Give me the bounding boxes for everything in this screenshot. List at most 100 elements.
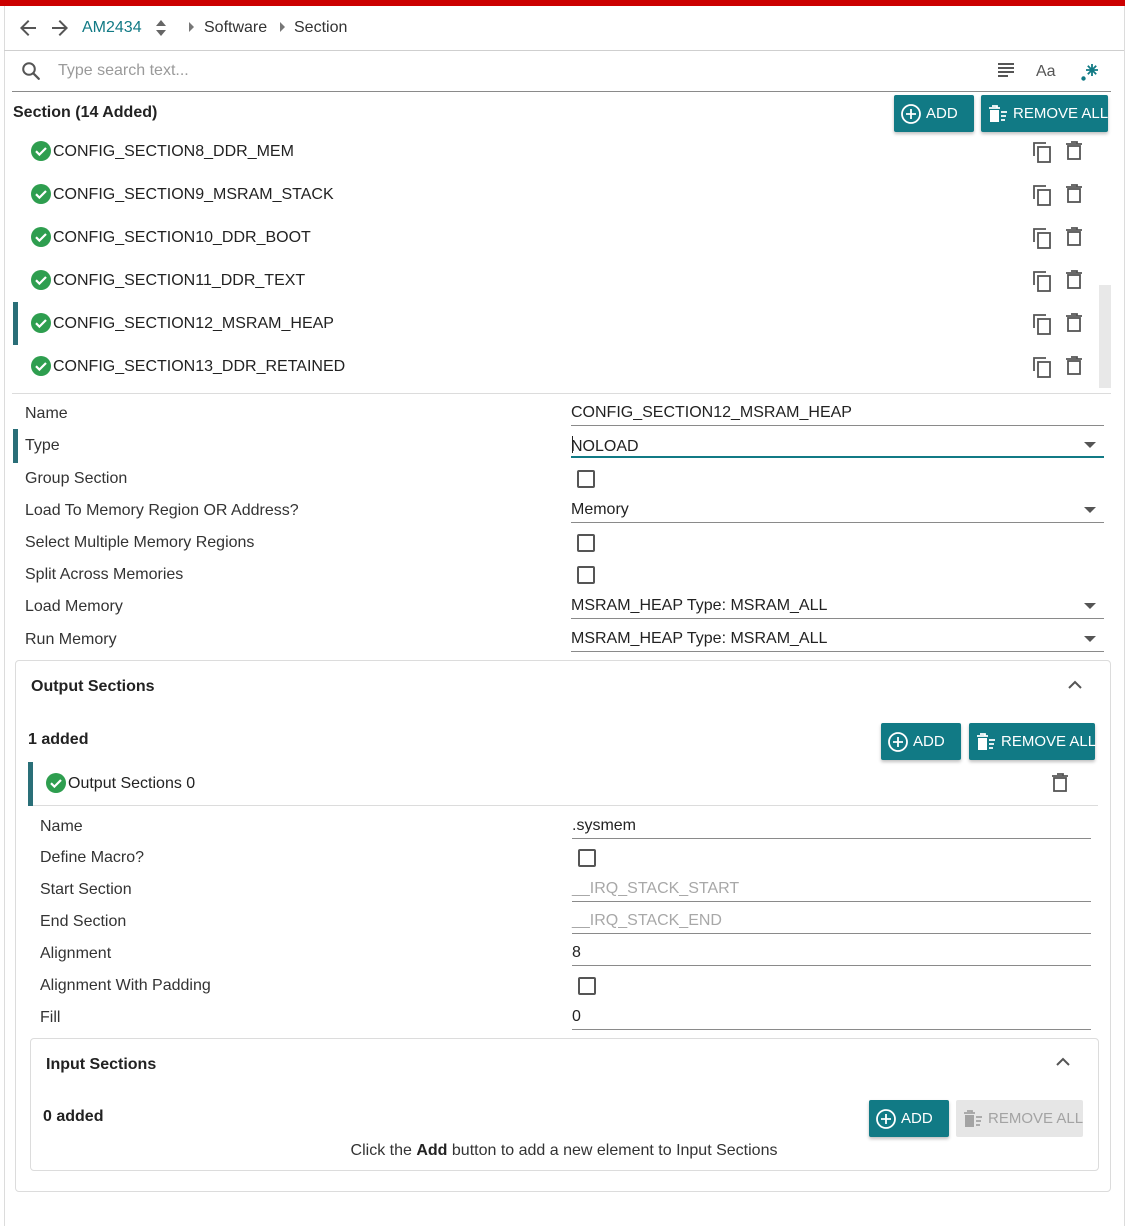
section-list-item[interactable]: CONFIG_SECTION9_MSRAM_STACK [13, 173, 1098, 216]
section-list-item[interactable]: CONFIG_SECTION10_DDR_BOOT [13, 216, 1098, 259]
remove-all-icon [964, 1109, 982, 1127]
alignment-value: 8 [572, 944, 581, 961]
remove-all-icon [989, 104, 1007, 122]
add-circle-icon [876, 1108, 896, 1129]
fill-value: 0 [572, 1008, 581, 1025]
section-item-label: CONFIG_SECTION8_DDR_MEM [53, 143, 294, 160]
arrow-left-icon[interactable] [16, 16, 40, 40]
list-scrollbar[interactable] [1099, 285, 1111, 388]
split-checkbox[interactable] [577, 566, 595, 584]
hint-pre: Click the [350, 1142, 412, 1159]
add-section-button[interactable]: ADD [894, 95, 974, 132]
run-memory-select[interactable]: MSRAM_HEAP Type: MSRAM_ALL [571, 628, 1104, 652]
copy-icon[interactable] [1031, 355, 1053, 384]
breadcrumb-software[interactable]: Software [204, 19, 267, 37]
copy-icon[interactable] [1031, 226, 1053, 255]
section-list-item[interactable]: CONFIG_SECTION11_DDR_TEXT [13, 259, 1098, 302]
delete-icon[interactable] [1064, 312, 1084, 339]
breadcrumb-section[interactable]: Section [294, 19, 347, 37]
section-list-item[interactable]: CONFIG_SECTION12_MSRAM_HEAP [13, 302, 1098, 345]
alignment-padding-label: Alignment With Padding [40, 977, 211, 994]
remove-all-input-sections-label: REMOVE ALL [988, 1110, 1084, 1127]
copy-icon[interactable] [1031, 183, 1053, 212]
delete-icon[interactable] [1064, 140, 1084, 167]
alignment-field[interactable]: 8 [572, 942, 1091, 966]
output-section-label: Output Sections 0 [68, 775, 196, 792]
copy-icon[interactable] [1031, 312, 1053, 341]
load-to-value: Memory [571, 501, 629, 518]
chevron-up-icon[interactable] [1066, 678, 1084, 697]
multi-region-checkbox[interactable] [577, 534, 595, 552]
add-input-section-button[interactable]: ADD [869, 1100, 949, 1137]
section-item-label: CONFIG_SECTION11_DDR_TEXT [53, 272, 306, 289]
add-input-section-label: ADD [901, 1110, 933, 1127]
name-label: Name [25, 405, 68, 422]
chevron-down-icon [1084, 636, 1096, 642]
unfold-icon[interactable] [154, 18, 168, 43]
section-item-label: CONFIG_SECTION10_DDR_BOOT [53, 229, 311, 246]
input-sections-hint: Click the Add button to add a new elemen… [31, 1142, 1097, 1160]
section-item-label: CONFIG_SECTION12_MSRAM_HEAP [53, 315, 334, 332]
type-selection-marker [13, 429, 18, 463]
end-section-value: __IRQ_STACK_END [572, 912, 722, 929]
check-circle-icon [31, 270, 51, 295]
list-view-icon[interactable] [997, 61, 1015, 84]
remove-all-icon [977, 732, 995, 750]
fill-label: Fill [40, 1009, 61, 1026]
output-sections-title: Output Sections [31, 678, 155, 695]
end-section-label: End Section [40, 913, 127, 930]
load-memory-label: Load Memory [25, 598, 123, 615]
chevron-up-icon[interactable] [1054, 1055, 1072, 1074]
check-circle-icon [31, 184, 51, 209]
device-selector[interactable]: AM2434 [82, 19, 142, 37]
type-select[interactable]: NOLOAD [571, 434, 1104, 458]
start-section-value: __IRQ_STACK_START [572, 880, 740, 897]
section-item-label: CONFIG_SECTION9_MSRAM_STACK [53, 186, 334, 203]
delete-icon[interactable] [1064, 183, 1084, 210]
name-field[interactable]: CONFIG_SECTION12_MSRAM_HEAP [571, 402, 1104, 426]
search-input[interactable] [56, 59, 756, 83]
os-name-label: Name [40, 818, 83, 835]
alignment-padding-checkbox[interactable] [578, 977, 596, 995]
start-section-label: Start Section [40, 881, 132, 898]
define-macro-label: Define Macro? [40, 849, 145, 866]
delete-icon[interactable] [1064, 226, 1084, 253]
add-section-label: ADD [926, 105, 958, 122]
start-section-field: __IRQ_STACK_START [572, 878, 1091, 902]
load-to-select[interactable]: Memory [571, 499, 1104, 523]
output-section-item[interactable]: Output Sections 0 [28, 762, 1098, 806]
load-memory-select[interactable]: MSRAM_HEAP Type: MSRAM_ALL [571, 595, 1104, 619]
left-border [4, 6, 5, 1226]
add-circle-icon [888, 731, 908, 752]
os-name-field[interactable]: .sysmem [572, 815, 1091, 839]
type-value: NOLOAD [571, 438, 639, 455]
remove-all-input-sections-button: REMOVE ALL [956, 1100, 1083, 1137]
section-title: Section (14 Added) [13, 104, 158, 121]
remove-all-sections-button[interactable]: REMOVE ALL [981, 95, 1108, 132]
delete-icon[interactable] [1064, 269, 1084, 296]
copy-icon[interactable] [1031, 140, 1053, 169]
breadcrumb-separator-icon [189, 22, 194, 32]
arrow-right-icon[interactable] [48, 16, 72, 40]
chevron-down-icon [1084, 507, 1096, 513]
fill-field[interactable]: 0 [572, 1006, 1091, 1030]
check-circle-icon [46, 773, 66, 798]
breadcrumb-bar: AM2434 Software Section [4, 6, 1124, 51]
check-circle-icon [31, 313, 51, 338]
group-section-checkbox[interactable] [577, 470, 595, 488]
sparkle-icon[interactable] [1080, 62, 1100, 87]
delete-icon[interactable] [1050, 772, 1070, 799]
load-memory-value: MSRAM_HEAP Type: MSRAM_ALL [571, 597, 828, 614]
copy-icon[interactable] [1031, 269, 1053, 298]
delete-icon[interactable] [1064, 355, 1084, 382]
section-item-label: CONFIG_SECTION13_DDR_RETAINED [53, 358, 346, 375]
define-macro-checkbox[interactable] [578, 849, 596, 867]
split-label: Split Across Memories [25, 566, 184, 583]
add-output-section-button[interactable]: ADD [881, 723, 961, 760]
section-list-item[interactable]: CONFIG_SECTION8_DDR_MEM [13, 130, 1098, 173]
section-list-item[interactable]: CONFIG_SECTION13_DDR_RETAINED [13, 345, 1098, 388]
run-memory-value: MSRAM_HEAP Type: MSRAM_ALL [571, 630, 828, 647]
remove-all-output-sections-button[interactable]: REMOVE ALL [969, 723, 1096, 760]
font-size-icon[interactable]: Aa [1036, 63, 1056, 81]
add-output-section-label: ADD [913, 733, 945, 750]
